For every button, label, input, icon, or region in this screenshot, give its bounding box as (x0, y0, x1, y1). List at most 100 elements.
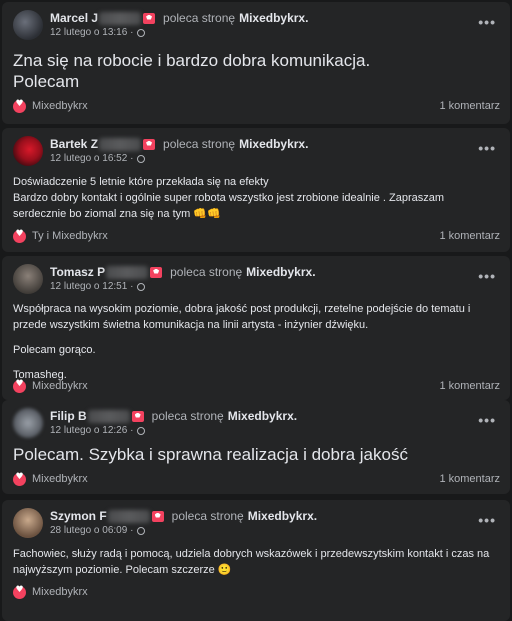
post-date[interactable]: 12 lutego o 12:26 · (50, 425, 133, 436)
globe-icon (137, 154, 146, 163)
reviewer-name[interactable]: Bartek Z (50, 137, 98, 151)
review-text: Zna się na robocie i bardzo dobra komuni… (13, 50, 370, 92)
page-link[interactable]: Mixedbykrx. (246, 265, 315, 279)
more-options-icon[interactable]: ••• (478, 512, 496, 528)
review-title: Bartek Z poleca stronę Mixedbykrx. (50, 137, 308, 151)
review-footer: Mixedbykrx 1 komentarz (13, 379, 500, 393)
recommends-text: poleca stronę (151, 409, 224, 423)
smile-emoji: 🙂 (217, 563, 232, 576)
heart-reaction-icon (13, 99, 26, 113)
recommend-badge-icon (131, 410, 144, 422)
heart-reaction-icon (13, 585, 26, 599)
post-meta: 12 lutego o 12:51 · (50, 281, 146, 292)
reactions-label: Mixedbykrx (32, 473, 88, 485)
page-link[interactable]: Mixedbykrx. (239, 137, 308, 151)
heart-reaction-icon (13, 229, 26, 243)
review-text-line: Doświadczenie 5 letnie które przekłada s… (13, 176, 269, 188)
review-card: Bartek Z poleca stronę Mixedbykrx. 12 lu… (2, 128, 510, 252)
reviewer-name[interactable]: Tomasz P (50, 265, 105, 279)
review-paragraph: Polecam gorąco. (13, 344, 96, 356)
reactions[interactable]: Mixedbykrx (13, 99, 88, 113)
recommend-badge-icon (143, 12, 156, 24)
more-options-icon[interactable]: ••• (478, 14, 496, 30)
review-text: Polecam. Szybka i sprawna realizacja i d… (13, 444, 408, 465)
review-title: Tomasz P poleca stronę Mixedbykrx. (50, 265, 316, 279)
post-date[interactable]: 12 lutego o 16:52 · (50, 153, 133, 164)
recommend-badge-icon (143, 138, 156, 150)
reactions[interactable]: Mixedbykrx (13, 585, 88, 599)
review-text-line: Zna się na robocie i bardzo dobra komuni… (13, 51, 371, 70)
page-link[interactable]: Mixedbykrx. (228, 409, 297, 423)
review-footer: Mixedbykrx (13, 585, 500, 599)
review-card: Szymon F poleca stronę Mixedbykrx. 28 lu… (2, 500, 510, 621)
post-meta: 28 lutego o 06:09 · (50, 525, 146, 536)
reviewer-name[interactable]: Szymon F (50, 509, 107, 523)
review-text-content: Fachowiec, służy radą i pomocą, udziela … (13, 548, 490, 576)
post-date[interactable]: 12 lutego o 12:51 · (50, 281, 133, 292)
review-title: Marcel J poleca stronę Mixedbykrx. (50, 11, 308, 25)
review-text-line: Polecam. Szybka i sprawna realizacja i d… (13, 445, 408, 464)
reactions[interactable]: Ty i Mixedbykrx (13, 229, 108, 243)
review-header: Bartek Z poleca stronę Mixedbykrx. 12 lu… (2, 128, 510, 168)
review-title: Szymon F poleca stronę Mixedbykrx. (50, 509, 317, 523)
avatar[interactable] (13, 136, 43, 166)
reactions-label: Ty i Mixedbykrx (32, 230, 108, 242)
page-link[interactable]: Mixedbykrx. (248, 509, 317, 523)
globe-icon (137, 282, 146, 291)
blurred-surname (106, 265, 149, 279)
recommends-text: poleca stronę (163, 11, 236, 25)
review-paragraph: Współpraca na wysokim poziomie, dobra ja… (13, 303, 471, 331)
reviewer-name[interactable]: Filip B (50, 409, 87, 423)
blurred-surname (99, 137, 142, 151)
more-options-icon[interactable]: ••• (478, 140, 496, 156)
heart-reaction-icon (13, 379, 26, 393)
post-meta: 12 lutego o 13:16 · (50, 27, 146, 38)
blurred-surname (107, 509, 150, 523)
post-date[interactable]: 12 lutego o 13:16 · (50, 27, 133, 38)
recommends-text: poleca stronę (163, 137, 236, 151)
post-date[interactable]: 28 lutego o 06:09 · (50, 525, 133, 536)
comments-count[interactable]: 1 komentarz (439, 380, 500, 392)
page-link[interactable]: Mixedbykrx. (239, 11, 308, 25)
review-header: Szymon F poleca stronę Mixedbykrx. 28 lu… (2, 500, 510, 540)
recommends-text: poleca stronę (171, 509, 244, 523)
globe-icon (137, 28, 146, 37)
review-footer: Mixedbykrx 1 komentarz (13, 472, 500, 486)
reactions-label: Mixedbykrx (32, 586, 88, 598)
review-footer: Ty i Mixedbykrx 1 komentarz (13, 229, 500, 243)
review-header: Filip B poleca stronę Mixedbykrx. 12 lut… (2, 400, 510, 440)
review-text-line: Polecam (13, 72, 80, 91)
reactions[interactable]: Mixedbykrx (13, 472, 88, 486)
fist-emoji: 👊👊 (193, 207, 221, 220)
recommend-badge-icon (150, 266, 163, 278)
review-text: Doświadczenie 5 letnie które przekłada s… (13, 174, 496, 222)
review-text-line: Bardzo dobry kontakt i ogólnie super rob… (13, 190, 496, 222)
comments-count[interactable]: 1 komentarz (439, 100, 500, 112)
post-meta: 12 lutego o 16:52 · (50, 153, 146, 164)
comments-count[interactable]: 1 komentarz (439, 230, 500, 242)
avatar[interactable] (13, 508, 43, 538)
avatar[interactable] (13, 408, 43, 438)
globe-icon (137, 426, 146, 435)
more-options-icon[interactable]: ••• (478, 268, 496, 284)
review-header: Tomasz P poleca stronę Mixedbykrx. 12 lu… (2, 256, 510, 296)
review-card: Filip B poleca stronę Mixedbykrx. 12 lut… (2, 400, 510, 494)
review-text-content: Bardzo dobry kontakt i ogólnie super rob… (13, 192, 445, 220)
avatar[interactable] (13, 264, 43, 294)
review-card: Tomasz P poleca stronę Mixedbykrx. 12 lu… (2, 256, 510, 400)
more-options-icon[interactable]: ••• (478, 412, 496, 428)
reactions[interactable]: Mixedbykrx (13, 379, 88, 393)
heart-reaction-icon (13, 472, 26, 486)
review-title: Filip B poleca stronę Mixedbykrx. (50, 409, 297, 423)
recommends-text: poleca stronę (170, 265, 243, 279)
blurred-surname (87, 409, 130, 423)
review-text: Fachowiec, służy radą i pomocą, udziela … (13, 546, 496, 578)
review-header: Marcel J poleca stronę Mixedbykrx. 12 lu… (2, 2, 510, 42)
post-meta: 12 lutego o 12:26 · (50, 425, 146, 436)
review-footer: Mixedbykrx 1 komentarz (13, 99, 500, 113)
comments-count[interactable]: 1 komentarz (439, 473, 500, 485)
review-card: Marcel J poleca stronę Mixedbykrx. 12 lu… (2, 2, 510, 124)
avatar[interactable] (13, 10, 43, 40)
reactions-label: Mixedbykrx (32, 380, 88, 392)
reviewer-name[interactable]: Marcel J (50, 11, 98, 25)
